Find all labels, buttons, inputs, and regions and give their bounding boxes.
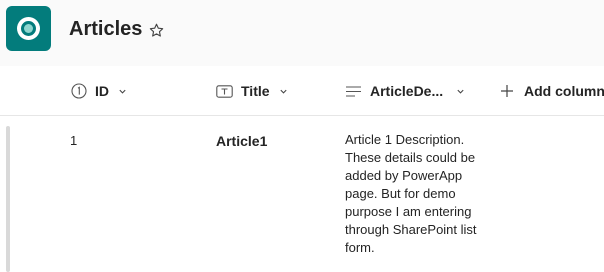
add-column-label: Add column <box>524 83 604 99</box>
cell-title[interactable]: Article1 <box>216 133 267 149</box>
page-title: Articles <box>69 18 143 40</box>
row-selection-bar[interactable] <box>6 126 10 272</box>
column-label: Title <box>241 83 270 99</box>
column-header-title[interactable]: Title <box>216 66 288 116</box>
column-header-id[interactable]: ID <box>71 66 127 116</box>
add-column-button[interactable]: Add column <box>500 66 604 116</box>
number-circle-icon <box>71 83 87 99</box>
plus-icon <box>501 85 513 97</box>
multiline-text-icon <box>346 85 361 97</box>
list-row[interactable]: 1 Article1 Article 1 Description. These … <box>0 117 604 272</box>
list-header: Articles <box>0 0 604 66</box>
chevron-down-icon <box>119 89 126 94</box>
star-icon[interactable] <box>148 22 165 39</box>
cell-id: 1 <box>70 133 78 148</box>
column-header-row: ID Title ArticleDe... Add column <box>0 66 604 116</box>
column-label: ID <box>95 83 109 99</box>
chevron-down-icon <box>279 89 287 94</box>
chevron-down-icon <box>457 89 464 94</box>
cell-articledescription: Article 1 Description. These details cou… <box>345 132 477 255</box>
column-label: ArticleDe... <box>370 83 444 99</box>
text-field-icon <box>216 84 233 98</box>
column-header-articledescription[interactable]: ArticleDe... <box>345 66 465 116</box>
app-logo-icon[interactable] <box>6 6 51 51</box>
